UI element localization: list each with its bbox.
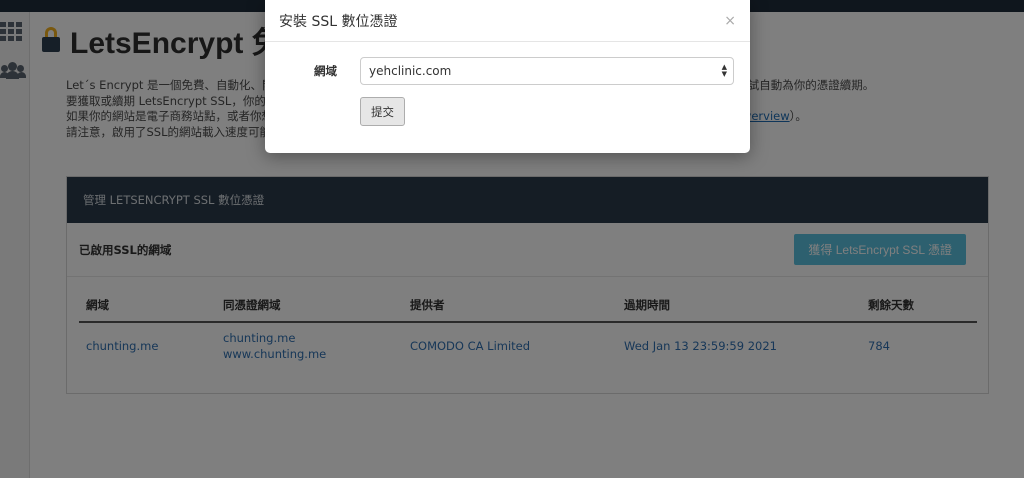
- select-arrows-icon: ▲ ▼: [721, 63, 727, 78]
- close-icon[interactable]: ×: [724, 14, 736, 28]
- modal-title: 安裝 SSL 數位憑證: [279, 13, 398, 30]
- install-ssl-modal: 安裝 SSL 數位憑證 × 網域 yehclinic.com ▲ ▼ 提交: [265, 0, 750, 153]
- domain-select[interactable]: yehclinic.com ▲ ▼: [360, 57, 734, 85]
- modal-header: 安裝 SSL 數位憑證 ×: [265, 0, 750, 42]
- domain-form-row: 網域 yehclinic.com ▲ ▼: [265, 57, 750, 85]
- domain-label: 網域: [314, 64, 337, 78]
- submit-button[interactable]: 提交: [360, 97, 405, 126]
- domain-select-value: yehclinic.com: [369, 64, 452, 78]
